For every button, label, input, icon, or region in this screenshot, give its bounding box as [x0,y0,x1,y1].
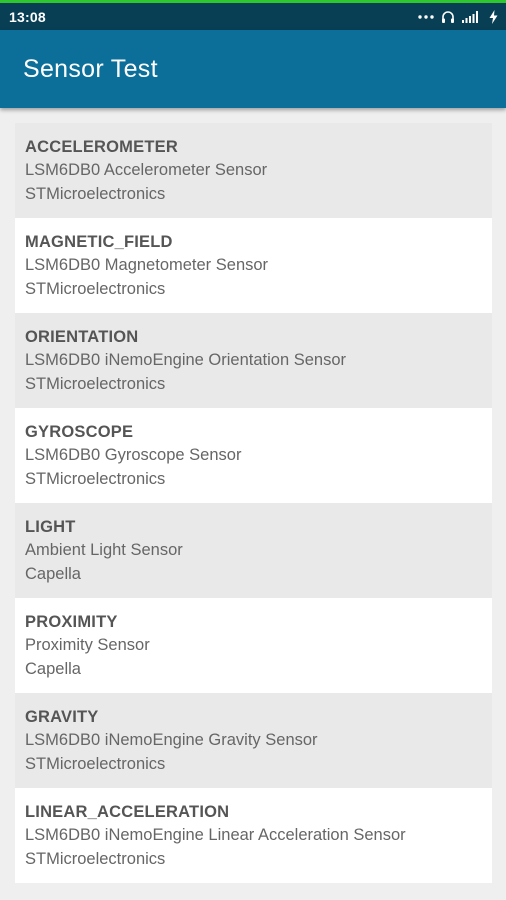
sensor-vendor: STMicroelectronics [25,850,166,868]
headphones-icon [441,10,455,24]
sensor-type: MAGNETIC_FIELD [25,233,173,251]
sensor-type: GYROSCOPE [25,423,134,441]
signal-icon [462,10,482,23]
sensor-name: LSM6DB0 Accelerometer Sensor [25,161,268,179]
sensor-list-item[interactable]: ACCELEROMETER LSM6DB0 Accelerometer Sens… [15,123,492,218]
sensor-type: PROXIMITY [25,613,118,631]
sensor-name: LSM6DB0 Magnetometer Sensor [25,256,269,274]
sensor-list-item[interactable]: MAGNETIC_FIELD LSM6DB0 Magnetometer Sens… [15,218,492,313]
sensor-vendor: STMicroelectronics [25,185,166,203]
sensor-type: ACCELEROMETER [25,138,178,156]
more-dots-icon [418,14,434,20]
sensor-list-item[interactable]: GYROSCOPE LSM6DB0 Gyroscope Sensor STMic… [15,408,492,503]
app-title: Sensor Test [23,54,158,83]
sensor-list-item[interactable]: ORIENTATION LSM6DB0 iNemoEngine Orientat… [15,313,492,408]
sensor-name: LSM6DB0 iNemoEngine Linear Acceleration … [25,826,406,844]
sensor-name: LSM6DB0 iNemoEngine Orientation Sensor [25,351,347,369]
sensor-list-item[interactable]: PROXIMITY Proximity Sensor Capella [15,598,492,693]
sensor-vendor: Capella [25,565,81,583]
sensor-name: LSM6DB0 Gyroscope Sensor [25,446,242,464]
sensor-vendor: Capella [25,660,81,678]
sensor-list[interactable]: ACCELEROMETER LSM6DB0 Accelerometer Sens… [15,123,492,883]
sensor-type: LIGHT [25,518,76,536]
sensor-vendor: STMicroelectronics [25,280,166,298]
status-bar: 13:08 [0,0,506,30]
status-time: 13:08 [9,8,46,25]
sensor-list-item[interactable]: LINEAR_ACCELERATION LSM6DB0 iNemoEngine … [15,788,492,883]
sensor-type: ORIENTATION [25,328,139,346]
sensor-vendor: STMicroelectronics [25,470,166,488]
sensor-name: LSM6DB0 iNemoEngine Gravity Sensor [25,731,318,749]
status-icons [418,9,498,24]
sensor-vendor: STMicroelectronics [25,375,166,393]
sensor-vendor: STMicroelectronics [25,755,166,773]
sensor-name: Proximity Sensor [25,636,150,654]
sensor-list-item[interactable]: GRAVITY LSM6DB0 iNemoEngine Gravity Sens… [15,693,492,788]
sensor-type: LINEAR_ACCELERATION [25,803,230,821]
sensor-name: Ambient Light Sensor [25,541,183,559]
sensor-list-item[interactable]: LIGHT Ambient Light Sensor Capella [15,503,492,598]
sensor-type: GRAVITY [25,708,99,726]
app-bar: Sensor Test [0,30,506,108]
charging-icon [489,9,498,24]
